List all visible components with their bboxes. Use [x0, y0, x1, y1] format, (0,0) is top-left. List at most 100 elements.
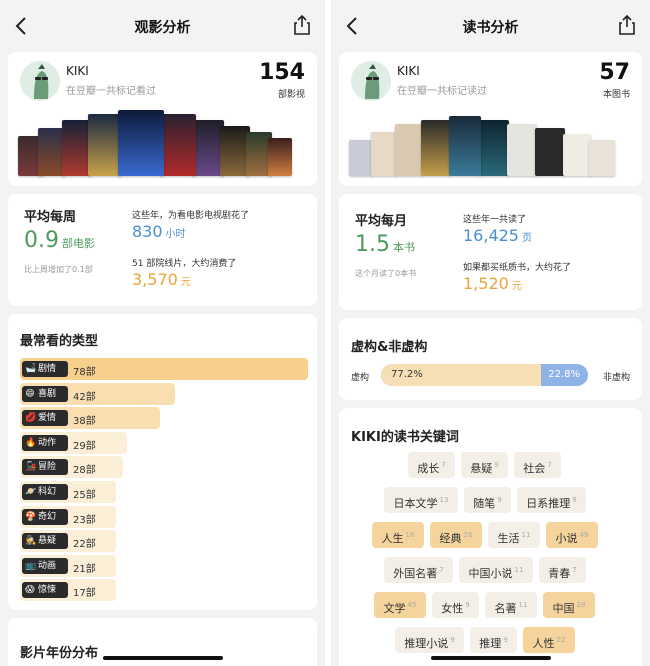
book-cover[interactable]	[395, 124, 423, 176]
genre-bar[interactable]: 🪐 科幻 25部	[20, 481, 116, 503]
keyword-chip[interactable]: 女性 9	[432, 592, 479, 618]
genre-tag: 😄 喜剧	[22, 385, 68, 402]
book-cover[interactable]	[449, 116, 481, 176]
avg-number: 1.5	[355, 232, 390, 257]
genre-bar[interactable]: 😄 喜剧 42部	[20, 382, 175, 405]
genre-bar[interactable]: 🛁 剧情 78部	[20, 358, 308, 380]
genre-count: 21部	[73, 563, 96, 575]
keyword-count: 9	[503, 636, 508, 644]
keyword-chip[interactable]: 人生 16	[372, 522, 424, 548]
keyword-chip[interactable]: 中国小说 11	[459, 557, 533, 583]
keyword-chip[interactable]: 名著 11	[485, 592, 537, 618]
keyword-chip[interactable]: 小说 49	[546, 522, 598, 548]
genre-count: 23部	[73, 514, 96, 526]
genre-name: 爱情	[38, 413, 57, 424]
keyword-text: 随笔	[473, 497, 496, 510]
genre-name: 喜剧	[38, 388, 57, 399]
spent-time-value: 830 小时	[132, 222, 186, 241]
home-indicator[interactable]	[430, 656, 551, 660]
keyword-text: 青春	[548, 567, 571, 580]
keyword-chip[interactable]: 随笔 9	[464, 487, 511, 513]
genre-name: 惊悚	[38, 585, 57, 596]
genre-bar[interactable]: 🍄 奇幻 23部	[20, 505, 116, 528]
avatar[interactable]	[351, 61, 391, 101]
keyword-count: 45	[407, 601, 417, 609]
avatar[interactable]	[20, 61, 60, 101]
movie-poster[interactable]	[160, 114, 196, 176]
keyword-chip[interactable]: 经典 26	[430, 522, 482, 548]
genre-emoji-icon: 📺	[25, 560, 37, 571]
fiction-ratio-bar: 77.2% 22.8%	[381, 364, 588, 386]
keyword-chip[interactable]: 中国 28	[543, 592, 595, 618]
keyword-chip[interactable]: 青春 7	[539, 557, 586, 583]
nav-bar: 读书分析	[331, 0, 650, 52]
genre-tag: 🛁 剧情	[22, 361, 68, 377]
book-cover[interactable]	[479, 120, 509, 176]
keyword-count: 16	[405, 531, 415, 539]
share-icon[interactable]	[618, 14, 636, 36]
genre-bar[interactable]: 🕵️ 悬疑 22部	[20, 530, 116, 553]
genre-count: 25部	[73, 490, 96, 501]
keyword-text: 文学	[383, 602, 406, 615]
keyword-count: 26	[463, 531, 473, 539]
poster-strip[interactable]	[18, 110, 307, 176]
genre-count: 78部	[73, 367, 96, 378]
book-cover[interactable]	[589, 140, 615, 176]
share-icon[interactable]	[293, 14, 311, 36]
keyword-chip[interactable]: 推理 9	[470, 627, 517, 653]
keyword-count: 9	[497, 496, 502, 504]
profile-subtitle: 在豆瓣一共标记读过	[397, 86, 487, 97]
genre-bar[interactable]: 💋 爱情 38部	[20, 407, 160, 430]
keyword-chip[interactable]: 成长 7	[408, 452, 455, 478]
keyword-text: 社会	[523, 462, 546, 475]
avg-value: 1.5 本书	[355, 232, 415, 257]
keyword-chip[interactable]: 社会 7	[514, 452, 561, 478]
genre-name: 冒险	[38, 462, 57, 473]
keyword-count: 7	[441, 461, 446, 469]
spent-money-number: 3,570	[132, 270, 178, 289]
genre-bar[interactable]: 😱 惊悚 17部	[20, 579, 116, 602]
keyword-text: 名著	[494, 602, 517, 615]
genre-name: 剧情	[38, 364, 57, 374]
movie-poster[interactable]	[118, 110, 164, 176]
keyword-chip[interactable]: 文学 45	[374, 592, 426, 618]
keyword-chip[interactable]: 悬疑 9	[461, 452, 508, 478]
book-cover[interactable]	[507, 124, 537, 176]
book-cover[interactable]	[421, 120, 451, 176]
fiction-percent: 77.2%	[391, 369, 423, 380]
genre-bar[interactable]: 🔥 动作 29部	[20, 431, 127, 454]
user-name: KIKI	[66, 64, 89, 78]
keyword-chip[interactable]: 人性 22	[523, 627, 575, 653]
avg-unit: 本书	[393, 241, 415, 254]
movie-poster[interactable]	[88, 114, 122, 176]
keyword-chip[interactable]: 日系推理 9	[517, 487, 586, 513]
keyword-count: 49	[579, 531, 589, 539]
genre-bar[interactable]: 📺 动画 21部	[20, 554, 116, 577]
keyword-chip[interactable]: 推理小说 9	[395, 627, 464, 653]
nonfiction-percent: 22.8%	[548, 369, 580, 380]
book-cover[interactable]	[371, 132, 397, 176]
book-cover-strip[interactable]	[349, 110, 632, 176]
genre-tag: 😱 惊悚	[22, 582, 68, 599]
keyword-text: 女性	[441, 602, 464, 615]
profile-card: KIKI 在豆瓣一共标记读过 57 本图书	[339, 52, 642, 186]
keyword-text: 经典	[439, 532, 462, 545]
keyword-count: 11	[518, 601, 528, 609]
genre-emoji-icon: 🔥	[25, 437, 37, 448]
book-cover[interactable]	[535, 128, 565, 176]
keyword-text: 人生	[381, 532, 404, 545]
movie-analysis-screen: 观影分析 KIKI 在豆瓣一共标记看过 154 部影视 平均每周 0.9 部电影 …	[0, 0, 325, 666]
keyword-chip[interactable]: 外国名著 7	[384, 557, 453, 583]
keyword-chip[interactable]: 生活 11	[488, 522, 540, 548]
spent-money-unit: 元	[180, 277, 191, 288]
fiction-card: 虚构&非虚构 虚构 77.2% 22.8% 非虚构	[339, 318, 642, 400]
genre-emoji-icon: 😱	[25, 585, 35, 596]
keyword-text: 推理小说	[404, 637, 449, 650]
money-label: 如果都买纸质书，大约花了	[463, 263, 572, 273]
home-indicator[interactable]	[102, 656, 223, 660]
book-cover[interactable]	[563, 134, 591, 176]
book-cover[interactable]	[349, 140, 373, 176]
keyword-chip[interactable]: 日本文学 13	[384, 487, 458, 513]
genre-bar[interactable]: 🚂 冒险 28部	[20, 456, 123, 479]
movie-poster[interactable]	[268, 138, 292, 176]
